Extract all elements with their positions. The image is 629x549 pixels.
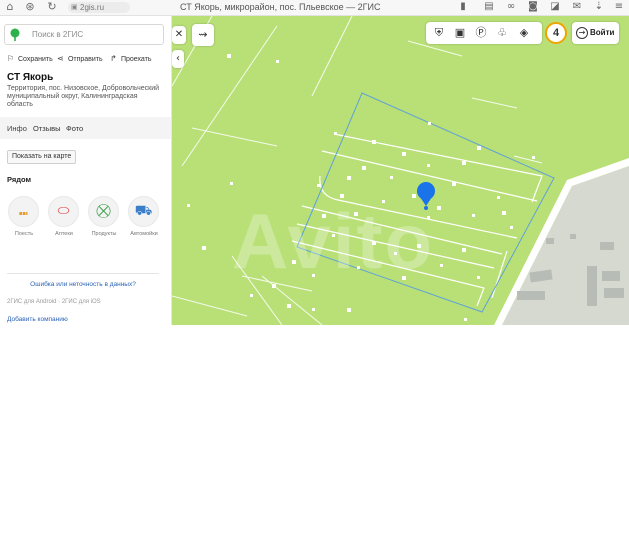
report-error-link[interactable]: Ошибка или неточность в данных? — [7, 281, 159, 288]
show-on-map-button[interactable]: Показать на карте — [7, 150, 77, 164]
divider — [7, 273, 159, 274]
parking-icon[interactable]: Ⓟ — [474, 26, 488, 40]
tab-info[interactable]: Инфо — [7, 124, 27, 133]
download-icon[interactable]: ⇣ — [592, 1, 606, 13]
place-address: Территория, пос. Низовское, Добровольчес… — [7, 85, 160, 108]
mail-icon[interactable]: ✉ — [570, 1, 584, 13]
building — [600, 242, 614, 250]
nearby-pharmacy[interactable]: ⬭ Аптеки — [48, 196, 80, 237]
login-label: Войти — [590, 28, 615, 37]
place-tabs: Инфо Отзывы Фото — [0, 117, 171, 139]
lock-icon: ▣ — [71, 4, 78, 11]
nearby-carwash[interactable]: ⛟ Автомойки — [128, 196, 160, 237]
building — [517, 291, 545, 300]
basket-icon: ⛒ — [88, 196, 119, 227]
fork-knife-icon: ⑉ — [8, 196, 39, 227]
nearby-groceries[interactable]: ⛒ Продукты — [88, 196, 120, 237]
search-input[interactable]: Поиск в 2ГИС — [32, 30, 83, 39]
building — [587, 266, 597, 306]
search-box[interactable]: Поиск в 2ГИС — [4, 24, 164, 45]
watermark: Avito — [232, 197, 435, 285]
home-icon[interactable]: ⌂ — [4, 1, 16, 13]
camera-icon[interactable]: ◙ — [526, 1, 540, 13]
translate-icon[interactable]: ◪ — [548, 1, 562, 13]
app-window: { "browser": { "url": "2gis.ru", "tab_ti… — [0, 0, 629, 549]
share-icon: ⋖ — [57, 54, 64, 63]
close-panel-button[interactable]: ✕ — [172, 26, 186, 44]
poi-icon[interactable]: ⛨ — [432, 26, 446, 40]
sidebar: Поиск в 2ГИС ⚐ Сохранить ⋖ Отправить ↱ П… — [0, 16, 172, 325]
login-icon: → — [576, 27, 588, 39]
2gis-logo-icon — [10, 28, 20, 41]
collapse-panel-button[interactable]: ‹ — [172, 50, 184, 68]
tab-reviews[interactable]: Отзывы — [33, 124, 60, 133]
building — [546, 238, 554, 244]
building — [602, 271, 620, 281]
menu-icon[interactable]: ≡ — [612, 1, 626, 13]
save-button[interactable]: ⚐ Сохранить — [7, 54, 53, 63]
car-wash-icon: ⛟ — [128, 196, 159, 227]
building — [604, 288, 624, 298]
nearby-food[interactable]: ⑉ Поесть — [8, 196, 40, 237]
add-company-link[interactable]: Добавить компанию — [7, 316, 68, 323]
map-layers-toolbar: ⛨ ▣ Ⓟ ♧ ◈ — [426, 22, 542, 44]
close-icon: ✕ — [174, 29, 184, 40]
address-bar-url: 2gis.ru — [80, 3, 105, 12]
tree-icon[interactable]: ♧ — [495, 26, 509, 40]
extension-icon[interactable]: ▤ — [482, 1, 496, 13]
layers-icon[interactable]: ◈ — [517, 26, 531, 40]
map-canvas[interactable]: Avito ✕ ⇝ ‹ ⛨ ▣ Ⓟ ♧ ◈ 4 → Войти — [172, 16, 629, 325]
pill-icon: ⬭ — [48, 196, 79, 227]
glasses-icon[interactable]: ∞ — [504, 1, 518, 13]
tab-photos[interactable]: Фото — [66, 124, 83, 133]
route-tool-button[interactable]: ⇝ — [192, 24, 214, 46]
browser-toolbar: ⌂ ⊛ ↻ ▣ 2gis.ru СТ Якорь, микрорайон, по… — [0, 0, 629, 16]
route-icon: ⇝ — [198, 28, 208, 41]
login-button[interactable]: → Войти — [572, 22, 619, 44]
bookmark-icon[interactable]: ▮ — [456, 1, 470, 13]
nearby-heading: Рядом — [7, 175, 32, 184]
place-title: СТ Якорь — [7, 72, 54, 83]
address-bar[interactable]: ▣ 2gis.ru — [68, 2, 130, 13]
bus-icon[interactable]: ▣ — [453, 26, 467, 40]
chevron-left-icon: ‹ — [176, 53, 180, 64]
zoom-badge[interactable]: 4 — [545, 22, 567, 44]
tab-title: СТ Якорь, микрорайон, пос. Пльевское — 2… — [180, 2, 381, 12]
route-icon: ↱ — [110, 54, 117, 63]
share-button[interactable]: ⋖ Отправить — [57, 54, 103, 63]
route-button[interactable]: ↱ Проехать — [110, 54, 152, 63]
nearby-categories: ⑉ Поесть ⬭ Аптеки ⛒ Продукты ⛟ Автомойки — [6, 196, 166, 240]
building — [570, 234, 576, 239]
bookmark-icon: ⚐ — [7, 54, 15, 63]
apps-footer[interactable]: 2ГИС для Android · 2ГИС для iOS — [7, 299, 101, 305]
place-actions: ⚐ Сохранить ⋖ Отправить ↱ Проехать — [7, 54, 167, 66]
reload-icon[interactable]: ↻ — [46, 1, 58, 13]
yandex-icon[interactable]: ⊛ — [24, 1, 36, 13]
